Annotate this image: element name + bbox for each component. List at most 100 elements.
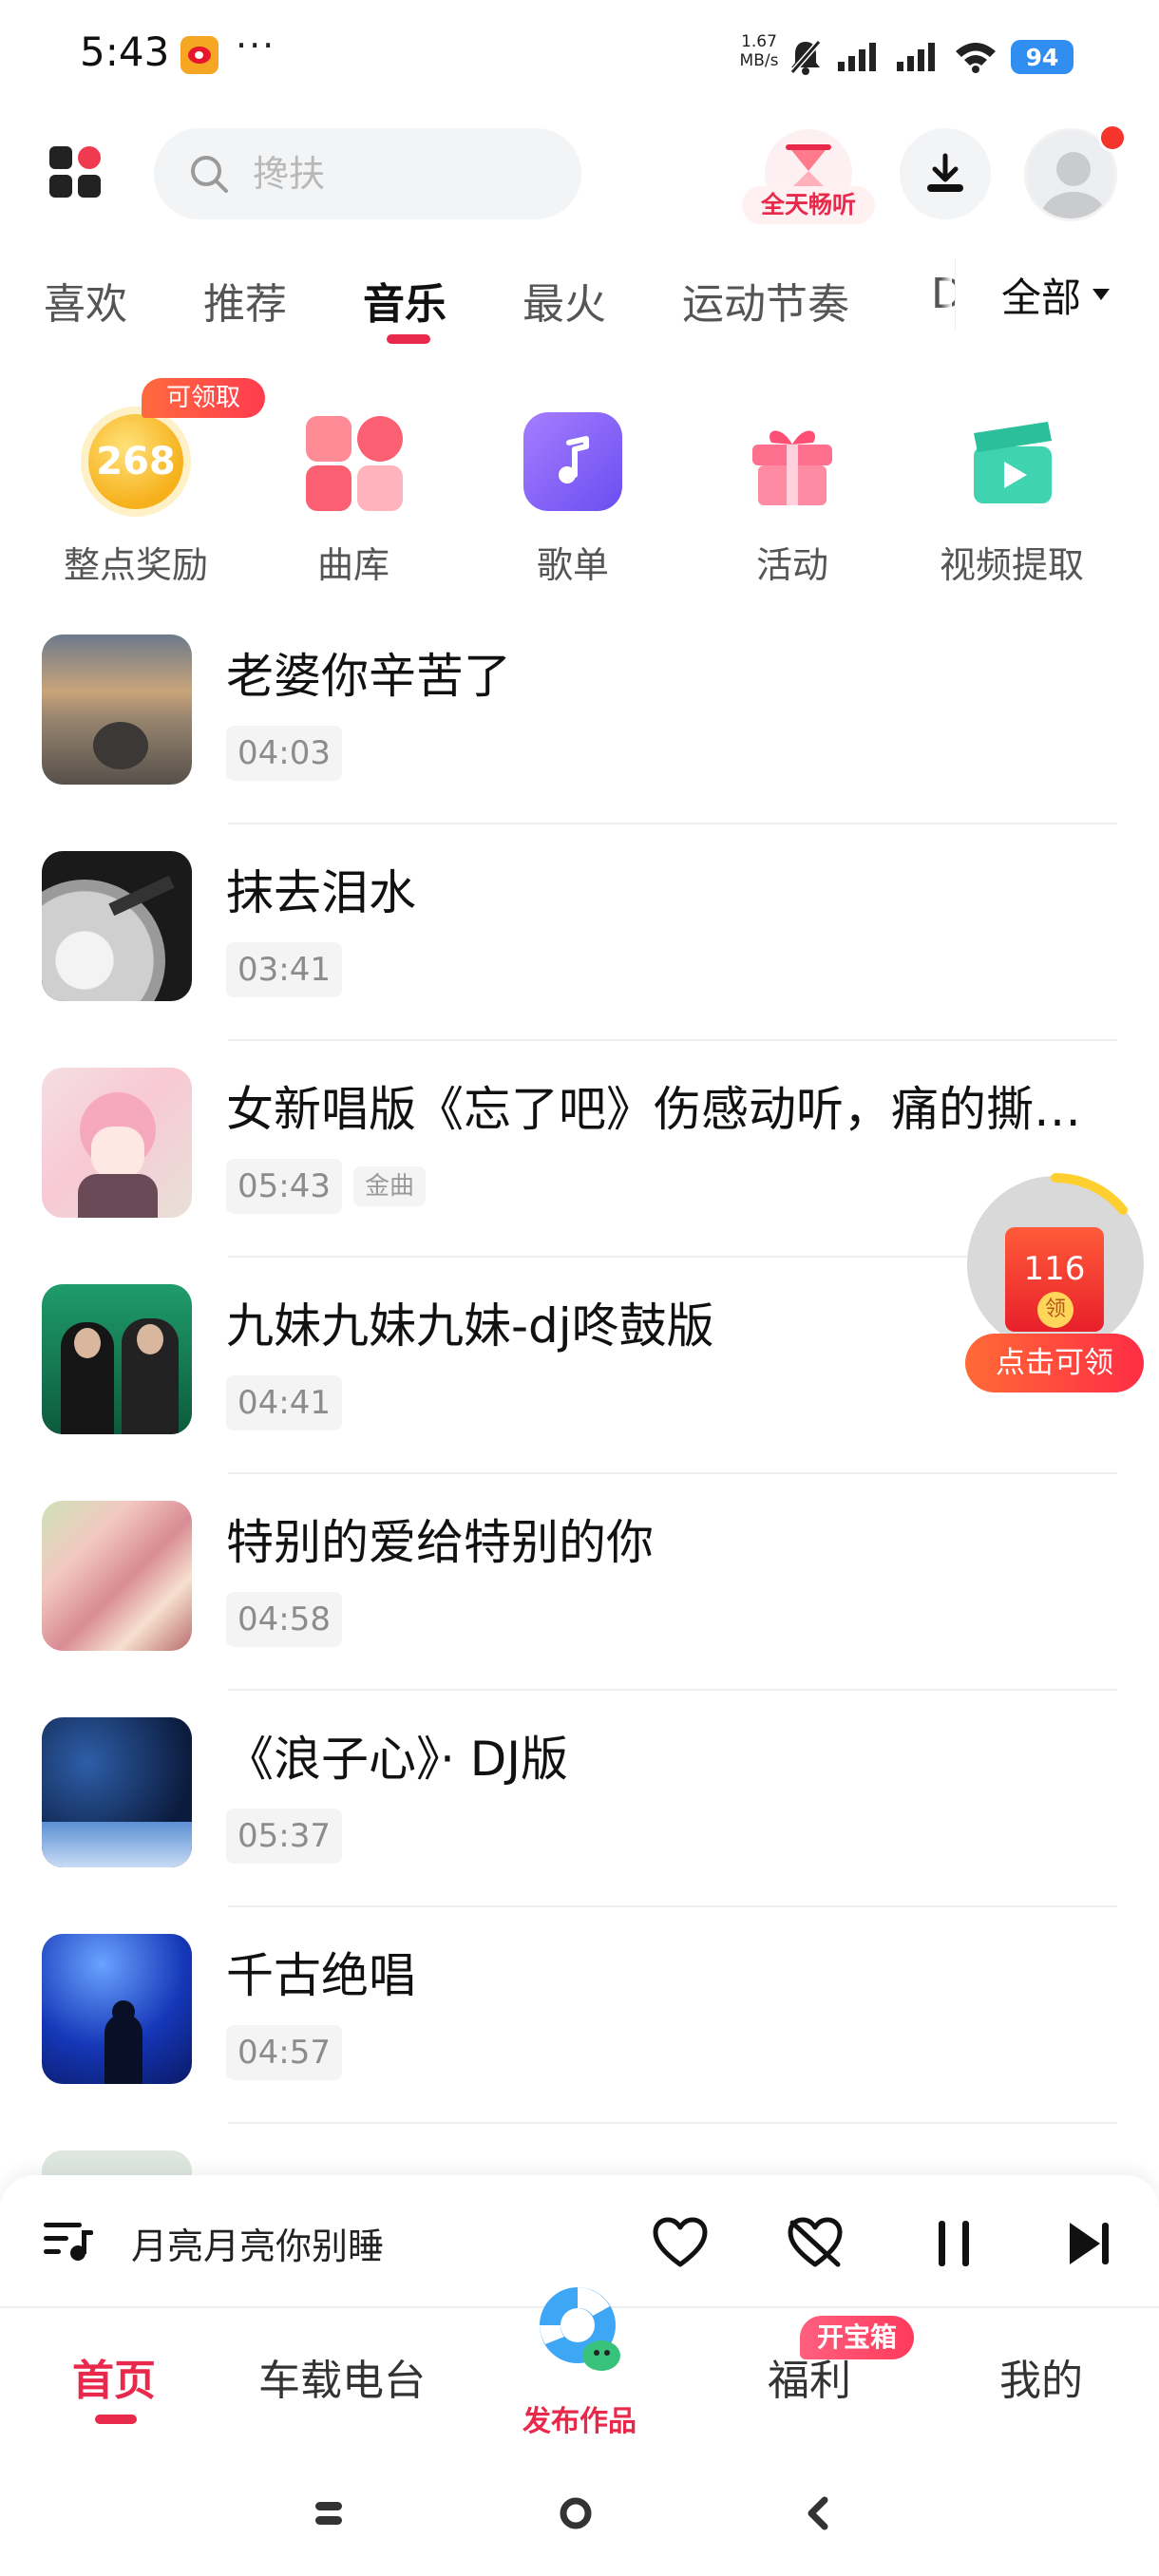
music-library-entry[interactable]: 曲库 [243,380,464,588]
tab-sports-rhythm[interactable]: 运动节奏 [682,270,849,331]
video-clapper-icon [962,412,1061,511]
tabs-fade [940,258,952,325]
active-nav-indicator [95,2415,137,2424]
song-title: 千古绝唱 [226,1948,416,2003]
song-item[interactable]: 特别的爱给特别的你 04:58 [0,1474,1159,1691]
dislike-icon[interactable] [787,2217,844,2270]
song-cover [42,1501,192,1651]
publish-label: 发布作品 [522,2405,636,2438]
app-header: 全天畅听 [0,123,1159,228]
pause-icon[interactable] [933,2219,975,2268]
network-speed: 1.67 MB/s [737,32,781,70]
gift-icon [743,412,842,511]
battery-indicator: 94 [1011,40,1074,74]
song-title: 老婆你辛苦了 [226,649,511,704]
hourly-reward-entry[interactable]: 268 可领取 整点奖励 [26,378,265,588]
song-duration: 05:37 [226,1809,342,1864]
category-tabs: 喜欢 推荐 音乐 最火 运动节奏 D 全部 [0,258,1159,353]
red-packet-label: 点击可领 [965,1334,1144,1392]
song-duration: 04:03 [226,726,342,781]
reward-coin: 268 [81,407,191,517]
tab-hottest[interactable]: 最火 [522,270,606,331]
playlist-entry[interactable]: 歌单 [463,380,683,588]
system-navigation-bar [0,2451,1159,2576]
reward-coin-icon: 268 [81,407,191,517]
music-library-label: 曲库 [316,544,390,586]
song-cover [42,1934,192,2084]
video-extract-entry[interactable]: 视频提取 [902,380,1122,588]
playlist-label: 歌单 [536,544,609,586]
status-icons: 94 [788,34,1074,80]
home-icon[interactable] [557,2494,595,2532]
song-title: 女新唱版《忘了吧》伤感动听，痛的撕… [226,1082,1081,1137]
hourly-reward-label: 整点奖励 [63,544,208,586]
network-speed-value: 1.67 [741,32,777,51]
song-duration: 04:57 [226,2025,342,2080]
song-title: 《浪子心》· DJ版 [226,1732,569,1787]
now-playing-title: 月亮月亮你别睡 [131,2226,385,2267]
all-categories-label: 全部 [1001,274,1082,321]
song-cover [42,635,192,785]
apps-grid-icon[interactable] [49,146,103,199]
status-bar: 5:43 ··· 1.67 MB/s 94 [0,0,1159,114]
signal-2-icon [897,43,935,71]
heart-icon[interactable] [652,2217,709,2270]
download-icon [927,153,963,192]
red-packet-amount: 116 [1023,1250,1086,1288]
red-packet-reward-button[interactable]: 116 领 点击可领 [965,1172,1146,1396]
publish-button[interactable] [525,2278,630,2382]
life-ring-icon [540,2287,620,2371]
all-categories-button[interactable]: 全部 [955,258,1159,331]
song-duration: 05:43 [226,1159,342,1214]
signal-1-icon [838,43,876,71]
song-title: 抹去泪水 [226,865,416,920]
song-duration: 03:41 [226,942,342,997]
song-cover [42,1284,192,1434]
song-duration: 04:41 [226,1375,342,1430]
search-input[interactable] [253,153,538,195]
quick-entries: 268 可领取 整点奖励 曲库 歌单 活动 视频提取 [0,378,1159,586]
nav-car-radio[interactable]: 车载电台 [258,2346,426,2407]
status-time: 5:43 [80,28,170,75]
song-item[interactable]: 老婆你辛苦了 04:03 [0,608,1159,824]
song-duration: 04:58 [226,1592,342,1647]
golden-hit-tag: 金曲 [353,1166,427,1206]
more-notifications-icon: ··· [236,25,276,66]
weibo-notification-icon [180,36,218,74]
nav-mine[interactable]: 我的 [999,2346,1083,2407]
hourglass-icon [786,144,831,192]
song-cover [42,1068,192,1218]
song-item[interactable]: 抹去泪水 03:41 [0,824,1159,1041]
nav-home[interactable]: 首页 [72,2346,156,2407]
search-bar[interactable] [154,128,581,219]
activity-entry[interactable]: 活动 [682,380,902,588]
recent-apps-icon[interactable] [310,2494,348,2532]
red-packet-coin: 领 [1037,1292,1074,1328]
song-item[interactable]: 千古绝唱 04:57 [0,1907,1159,2124]
network-speed-unit: MB/s [739,51,779,70]
active-tab-indicator [387,334,430,344]
back-icon[interactable] [800,2494,838,2532]
song-title: 特别的爱给特别的你 [226,1515,654,1570]
song-cover [42,1717,192,1867]
tab-music[interactable]: 音乐 [363,270,446,331]
caret-down-icon [1092,289,1111,300]
video-extract-label: 视频提取 [939,544,1084,586]
search-icon [191,156,228,193]
playlist-queue-icon[interactable] [42,2217,95,2264]
song-item[interactable]: 《浪子心》· DJ版 05:37 [0,1691,1159,1907]
all-day-listen-label: 全天畅听 [742,186,875,224]
notification-dot [1098,123,1127,152]
all-day-listen-button[interactable]: 全天畅听 [736,129,879,224]
tab-favorites[interactable]: 喜欢 [44,270,127,331]
song-cover [42,851,192,1001]
bell-muted-icon [789,40,822,75]
wifi-icon [956,43,996,73]
tab-recommend[interactable]: 推荐 [203,270,287,331]
download-button[interactable] [900,128,991,219]
activity-label: 活动 [755,544,828,586]
open-chest-badge: 开宝箱 [800,2316,914,2359]
playlist-icon [523,412,622,511]
music-library-icon [298,407,408,517]
next-track-icon[interactable] [1066,2219,1113,2268]
